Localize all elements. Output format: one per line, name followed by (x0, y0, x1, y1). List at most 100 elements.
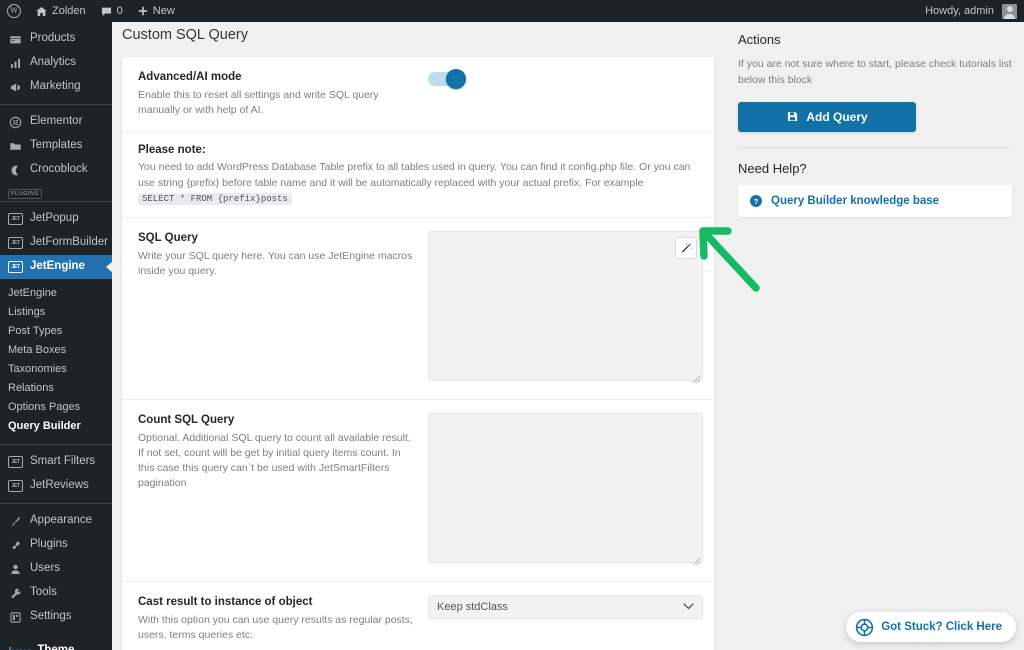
field-row-advanced-mode: Advanced/AI mode Enable this to reset al… (122, 57, 714, 132)
sidebar-item-crocoblock[interactable]: Crocoblock (0, 158, 112, 182)
wp-logo-menu[interactable] (0, 0, 28, 22)
sidebar-item-jetengine[interactable]: JET JetEngine (0, 255, 112, 279)
sidebar-item-products[interactable]: Products (0, 27, 112, 51)
subitem-label: JetEngine (8, 286, 57, 299)
sidebar-subitem-jetengine[interactable]: JetEngine (0, 283, 112, 302)
sidebar-divider (0, 444, 112, 445)
add-query-button[interactable]: Add Query (738, 101, 916, 132)
magic-wand-button[interactable] (675, 237, 697, 260)
subitem-label: Listings (8, 305, 46, 318)
actions-description: If you are not sure where to start, plea… (738, 58, 1012, 86)
help-card[interactable]: ? Query Builder knowledge base (738, 184, 1012, 217)
home-icon (36, 6, 47, 16)
sidebar-item-label: Appearance (30, 514, 93, 527)
field-label-block: Advanced/AI mode Enable this to reset al… (138, 70, 428, 118)
advanced-mode-toggle[interactable] (428, 69, 466, 89)
field-control-block (428, 69, 698, 118)
lifebuoy-icon (855, 618, 874, 636)
please-note-body: You need to add WordPress Database Table… (138, 161, 691, 189)
howdy-label: Howdy, admin (925, 5, 994, 17)
sidebar-item-label: JetFormBuilder (30, 236, 108, 249)
subitem-label: Taxonomies (8, 362, 67, 375)
cast-result-select-wrap: Keep stdClass (428, 595, 703, 643)
please-note-row: Please note: You need to add WordPress D… (122, 132, 714, 219)
plugins-section-tag: PLUGINS (0, 186, 112, 199)
sql-query-input[interactable] (428, 231, 703, 382)
analytics-icon (8, 56, 23, 71)
knowledge-base-link[interactable]: Query Builder knowledge base (771, 195, 939, 207)
appearance-icon (8, 514, 23, 529)
count-sql-query-label: Count SQL Query (138, 414, 235, 427)
sidebar-item-label: Marketing (30, 80, 81, 93)
field-control-block: Keep stdClass (428, 595, 703, 643)
sidebar-item-templates[interactable]: Templates (0, 134, 112, 158)
sidebar-subitem-post-types[interactable]: Post Types (0, 321, 112, 340)
cast-result-select[interactable]: Keep stdClass (428, 595, 703, 620)
sidebar-item-label: Products (30, 32, 76, 45)
sidebar-item-label: JetEngine (30, 260, 85, 273)
please-note-code: SELECT * FROM {prefix}posts (138, 192, 292, 205)
sql-query-description: Write your SQL query here. You can use J… (138, 249, 413, 277)
sidebar-item-users[interactable]: Users (0, 557, 112, 581)
sidebar-subitem-taxonomies[interactable]: Taxonomies (0, 359, 112, 378)
jet-badge-icon: JET (8, 260, 23, 275)
field-label-block: SQL Query Write your SQL query here. You… (138, 231, 428, 386)
sidebar-item-analytics[interactable]: Analytics (0, 51, 112, 75)
crocoblock-icon (8, 163, 23, 178)
settings-icon (8, 610, 23, 625)
site-name-menu[interactable]: Zolden (28, 0, 93, 22)
jet-badge-icon: JET (8, 236, 23, 251)
sql-query-label: SQL Query (138, 232, 198, 245)
sidebar-item-smart-filters[interactable]: JET Smart Filters (0, 450, 112, 474)
subitem-label: Meta Boxes (8, 343, 67, 356)
sidebar-item-settings[interactable]: Settings (0, 605, 112, 629)
sidebar-item-appearance[interactable]: Appearance (0, 509, 112, 533)
cast-result-description: With this option you can use query resul… (138, 613, 413, 641)
sidebar-item-elementor[interactable]: Elementor (0, 110, 112, 134)
settings-card: Advanced/AI mode Enable this to reset al… (122, 57, 714, 650)
theme-label: Theme (37, 645, 74, 650)
actions-divider (738, 146, 1012, 148)
sidebar-item-plugins[interactable]: Plugins (0, 533, 112, 557)
comments-count: 0 (116, 5, 123, 17)
actions-panel: Actions If you are not sure where to sta… (726, 22, 1024, 650)
new-content-menu[interactable]: New (130, 0, 182, 22)
sidebar-item-label: JetReviews (30, 479, 89, 492)
subitem-label: Query Builder (8, 419, 81, 432)
sidebar-subitem-query-builder[interactable]: Query Builder (0, 416, 112, 435)
marketing-icon (8, 80, 23, 95)
avatar (1002, 3, 1017, 19)
users-icon (8, 562, 23, 577)
elementor-icon (8, 115, 23, 130)
count-sql-query-description: Optional. Additional SQL query to count … (138, 431, 411, 490)
support-widget-button[interactable]: Got Stuck? Click Here (846, 612, 1016, 642)
count-sql-query-input[interactable] (428, 413, 703, 564)
products-icon (8, 32, 23, 47)
magic-wand-icon (681, 242, 692, 253)
field-control-block (428, 413, 703, 568)
new-label: New (152, 5, 175, 17)
sidebar-subitem-listings[interactable]: Listings (0, 302, 112, 321)
add-query-label: Add Query (806, 109, 868, 124)
comments-menu[interactable]: 0 (93, 0, 130, 22)
sidebar-subitem-meta-boxes[interactable]: Meta Boxes (0, 340, 112, 359)
field-row-sql-query: SQL Query Write your SQL query here. You… (122, 218, 714, 401)
sidebar-item-theme[interactable]: kava Theme (0, 639, 112, 650)
subitem-label: Options Pages (8, 400, 81, 413)
sidebar-item-tools[interactable]: Tools (0, 581, 112, 605)
advanced-mode-description: Enable this to reset all settings and wr… (138, 88, 379, 116)
advanced-mode-label: Advanced/AI mode (138, 71, 242, 83)
sidebar-item-marketing[interactable]: Marketing (0, 75, 112, 99)
sidebar-item-label: Crocoblock (30, 163, 88, 176)
please-note-label: Please note: (138, 143, 206, 156)
tools-icon (8, 586, 23, 601)
my-account-menu[interactable]: Howdy, admin (918, 0, 1024, 22)
sidebar-item-jetpopup[interactable]: JET JetPopup (0, 207, 112, 231)
sidebar-item-jetformbuilder[interactable]: JET JetFormBuilder (0, 231, 112, 255)
sidebar-item-jetreviews[interactable]: JET JetReviews (0, 474, 112, 498)
cast-result-label: Cast result to instance of object (138, 596, 313, 609)
main-content-area: Custom SQL Query Advanced/AI mode Enable… (112, 22, 1024, 650)
sidebar-subitem-options-pages[interactable]: Options Pages (0, 397, 112, 416)
sidebar-item-label: Users (30, 562, 61, 575)
sidebar-subitem-relations[interactable]: Relations (0, 378, 112, 397)
